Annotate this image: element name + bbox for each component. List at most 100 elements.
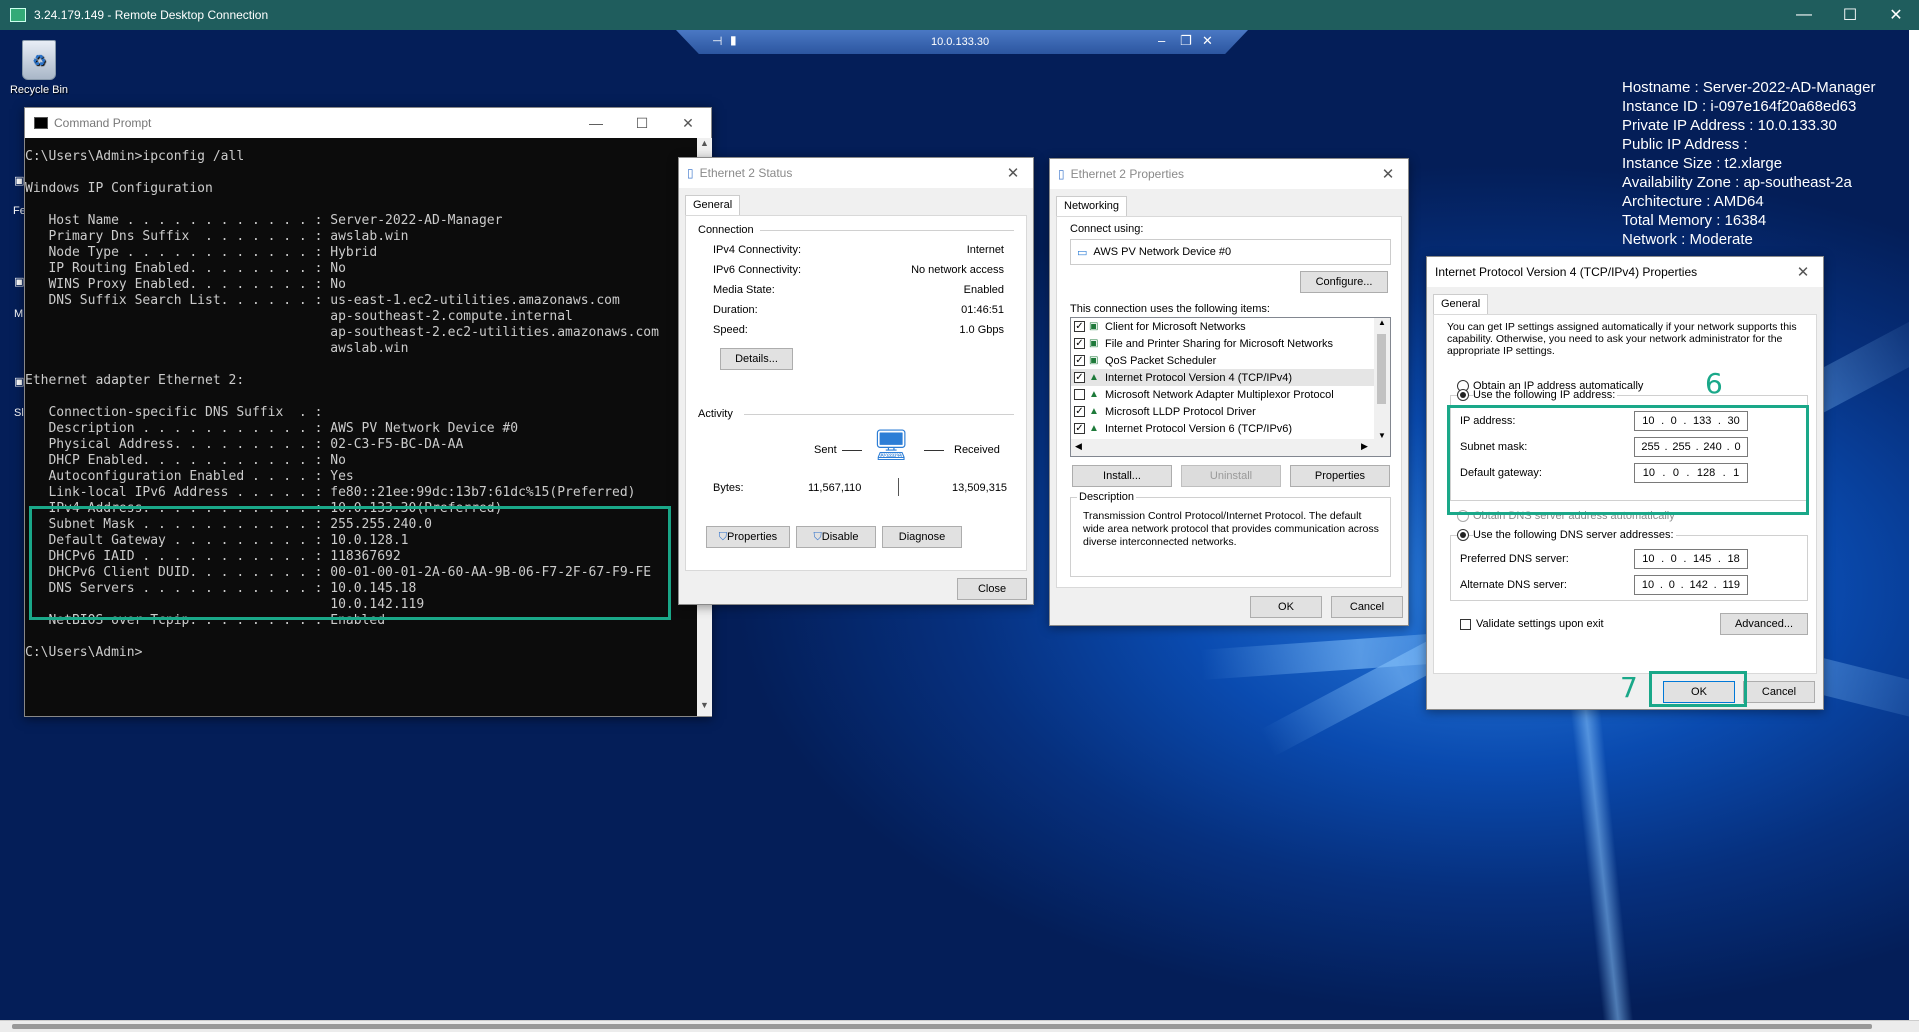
bginfo-overlay: Hostname : Server-2022-AD-Manager Instan… <box>1622 78 1875 249</box>
props-ok-button[interactable]: OK <box>1250 596 1322 618</box>
details-button[interactable]: Details... <box>720 348 793 370</box>
chevron-right-icon[interactable]: ▶ <box>1361 441 1368 452</box>
cmd-console-output[interactable]: C:\Users\Admin>ipconfig /all Windows IP … <box>25 138 697 716</box>
desktop-icon-partial[interactable]: ▣ <box>14 174 24 187</box>
tab-general[interactable]: General <box>685 195 741 216</box>
diagnose-button[interactable]: Diagnose <box>882 526 962 548</box>
scroll-down-icon[interactable]: ▼ <box>697 700 712 716</box>
list-item[interactable]: ✓ ▲ Internet Protocol Version 6 (TCP/IPv6) <box>1071 420 1375 437</box>
ethernet-properties-window[interactable]: ▯ Ethernet 2 Properties ✕ Networking Con… <box>1049 158 1409 626</box>
ethernet-status-window[interactable]: ▯ Ethernet 2 Status ✕ General Connection… <box>678 157 1034 605</box>
ipv4-properties-window[interactable]: Internet Protocol Version 4 (TCP/IPv4) P… <box>1426 256 1824 710</box>
list-item[interactable]: ✓ ▲ Microsoft LLDP Protocol Driver <box>1071 403 1375 420</box>
status-close-button[interactable]: Close <box>957 578 1027 600</box>
ip-octet: 119 <box>1722 579 1741 591</box>
bginfo-line: Architecture : AMD64 <box>1622 193 1764 210</box>
rdp-close-button[interactable]: ✕ <box>1873 0 1919 30</box>
install-button[interactable]: Install... <box>1072 465 1172 487</box>
bytes-sent-value: 11,567,110 <box>808 482 862 494</box>
cmd-titlebar[interactable]: Command Prompt — ☐ ✕ <box>25 108 711 138</box>
cmd-close-button[interactable]: ✕ <box>665 115 711 132</box>
chevron-up-icon[interactable]: ▲ <box>1374 318 1390 327</box>
adapter-icon: ▭ <box>1077 246 1088 259</box>
status-close-icon[interactable]: ✕ <box>993 164 1033 182</box>
tab-networking[interactable]: Networking <box>1056 196 1128 217</box>
ipv4-intro-text: You can get IP settings assigned automat… <box>1447 321 1797 357</box>
rdp-minimize-button[interactable]: — <box>1781 0 1827 30</box>
components-list-items: ✓ ▣ Client for Microsoft Networks ✓ ▣ File a… <box>1071 318 1375 437</box>
shield-icon: ⛉ <box>718 531 728 543</box>
command-prompt-window[interactable]: Command Prompt — ☐ ✕ C:\Users\Admin>ipco… <box>24 107 712 717</box>
rdp-window-title: 3.24.179.149 - Remote Desktop Connection <box>34 8 269 22</box>
tab-general[interactable]: General <box>1433 294 1489 315</box>
list-item-selected[interactable]: ✓ ▲ Internet Protocol Version 4 (TCP/IPv4) <box>1071 369 1375 386</box>
advanced-button[interactable]: Advanced... <box>1720 613 1808 635</box>
use-following-dns-radio[interactable] <box>1457 529 1469 541</box>
checkbox-checked-icon[interactable]: ✓ <box>1074 355 1085 366</box>
props-titlebar[interactable]: ▯ Ethernet 2 Properties ✕ <box>1050 159 1408 189</box>
chevron-left-icon[interactable]: ◀ <box>1075 441 1082 452</box>
activity-group-label: Activity <box>698 408 733 420</box>
use-following-ip-radio[interactable] <box>1457 389 1469 401</box>
remote-desktop-icon <box>10 8 26 22</box>
components-list[interactable]: ✓ ▣ Client for Microsoft Networks ✓ ▣ File a… <box>1070 317 1391 457</box>
rdp-vertical-scrollbar[interactable] <box>1909 30 1919 1020</box>
pin-icon[interactable]: ⊣ <box>712 34 722 48</box>
recycle-bin-desktop-icon[interactable]: Recycle Bin <box>8 40 70 96</box>
status-row-value: No network access <box>911 264 1004 276</box>
props-properties-button[interactable]: Properties <box>1290 465 1390 487</box>
scroll-up-icon[interactable]: ▲ <box>697 138 712 154</box>
ip-octet: 10 <box>1641 579 1655 591</box>
checkbox-checked-icon[interactable]: ✓ <box>1074 338 1085 349</box>
checkbox-checked-icon[interactable]: ✓ <box>1074 423 1085 434</box>
props-cancel-button[interactable]: Cancel <box>1331 596 1403 618</box>
shield-icon: ⛉ <box>813 531 822 543</box>
rdp-horizontal-scrollbar[interactable] <box>0 1020 1919 1032</box>
list-vertical-scrollbar[interactable]: ▲ ▼ <box>1374 318 1390 440</box>
ipv4-close-icon[interactable]: ✕ <box>1783 263 1823 281</box>
ipv4-titlebar[interactable]: Internet Protocol Version 4 (TCP/IPv4) P… <box>1427 257 1823 287</box>
rdp-maximize-button[interactable]: ☐ <box>1827 0 1873 30</box>
network-icon: ▯ <box>687 166 694 180</box>
checkbox-unchecked-icon[interactable] <box>1074 389 1085 400</box>
scrollbar-thumb[interactable] <box>1377 334 1386 404</box>
status-titlebar[interactable]: ▯ Ethernet 2 Status ✕ <box>679 158 1033 188</box>
cmd-maximize-button[interactable]: ☐ <box>619 115 665 132</box>
checkbox-checked-icon[interactable]: ✓ <box>1074 406 1085 417</box>
list-item[interactable]: ▲ Microsoft Network Adapter Multiplexor P… <box>1071 386 1375 403</box>
highlight-box-ip-config <box>29 506 671 620</box>
list-horizontal-scrollbar[interactable]: ◀ ▶ <box>1071 439 1390 456</box>
cmd-minimize-button[interactable]: — <box>573 115 619 131</box>
desktop-icon-partial[interactable]: ▣ <box>14 375 24 388</box>
uninstall-button[interactable]: Uninstall <box>1181 465 1281 487</box>
checkbox-checked-icon[interactable]: ✓ <box>1074 372 1085 383</box>
conn-bar-close-icon[interactable]: ✕ <box>1202 33 1213 49</box>
desktop-icon-partial[interactable]: ▣ <box>14 275 24 288</box>
signal-strength-icon: ▮ <box>730 33 737 47</box>
list-item[interactable]: ✓ ▣ File and Printer Sharing for Microsoft… <box>1071 335 1375 352</box>
bytes-label: Bytes: <box>713 482 744 494</box>
status-row-value: 1.0 Gbps <box>959 324 1004 336</box>
list-item[interactable]: ✓ ▣ QoS Packet Scheduler <box>1071 352 1375 369</box>
protocol-icon: ▲ <box>1089 406 1099 417</box>
disable-button[interactable]: ⛉Disable <box>796 526 876 548</box>
received-line <box>924 450 944 451</box>
list-item[interactable]: ✓ ▣ Client for Microsoft Networks <box>1071 318 1375 335</box>
configure-button[interactable]: Configure... <box>1300 271 1388 293</box>
scrollbar-thumb[interactable] <box>12 1024 1872 1029</box>
ipv4-cancel-button[interactable]: Cancel <box>1743 681 1815 703</box>
received-label: Received <box>954 444 1000 456</box>
conn-bar-restore-icon[interactable]: ❐ <box>1180 33 1192 49</box>
checkbox-checked-icon[interactable]: ✓ <box>1074 321 1085 332</box>
bginfo-line: Instance ID : i-097e164f20a68ed63 <box>1622 98 1857 115</box>
ipv4-title: Internet Protocol Version 4 (TCP/IPv4) P… <box>1435 265 1698 279</box>
status-panel: Connection IPv4 Connectivity: Internet I… <box>685 215 1027 571</box>
validate-settings-checkbox[interactable] <box>1460 619 1471 630</box>
recycle-bin-icon <box>22 40 56 80</box>
alternate-dns-input[interactable]: 10. 0. 142. 119 <box>1634 575 1748 595</box>
callout-step-7: 7 <box>1620 671 1638 704</box>
status-properties-button[interactable]: ⛉Properties <box>706 526 790 548</box>
props-close-icon[interactable]: ✕ <box>1368 165 1408 183</box>
conn-bar-minimize-icon[interactable]: – <box>1158 33 1165 48</box>
preferred-dns-input[interactable]: 10. 0. 145. 18 <box>1634 549 1748 569</box>
